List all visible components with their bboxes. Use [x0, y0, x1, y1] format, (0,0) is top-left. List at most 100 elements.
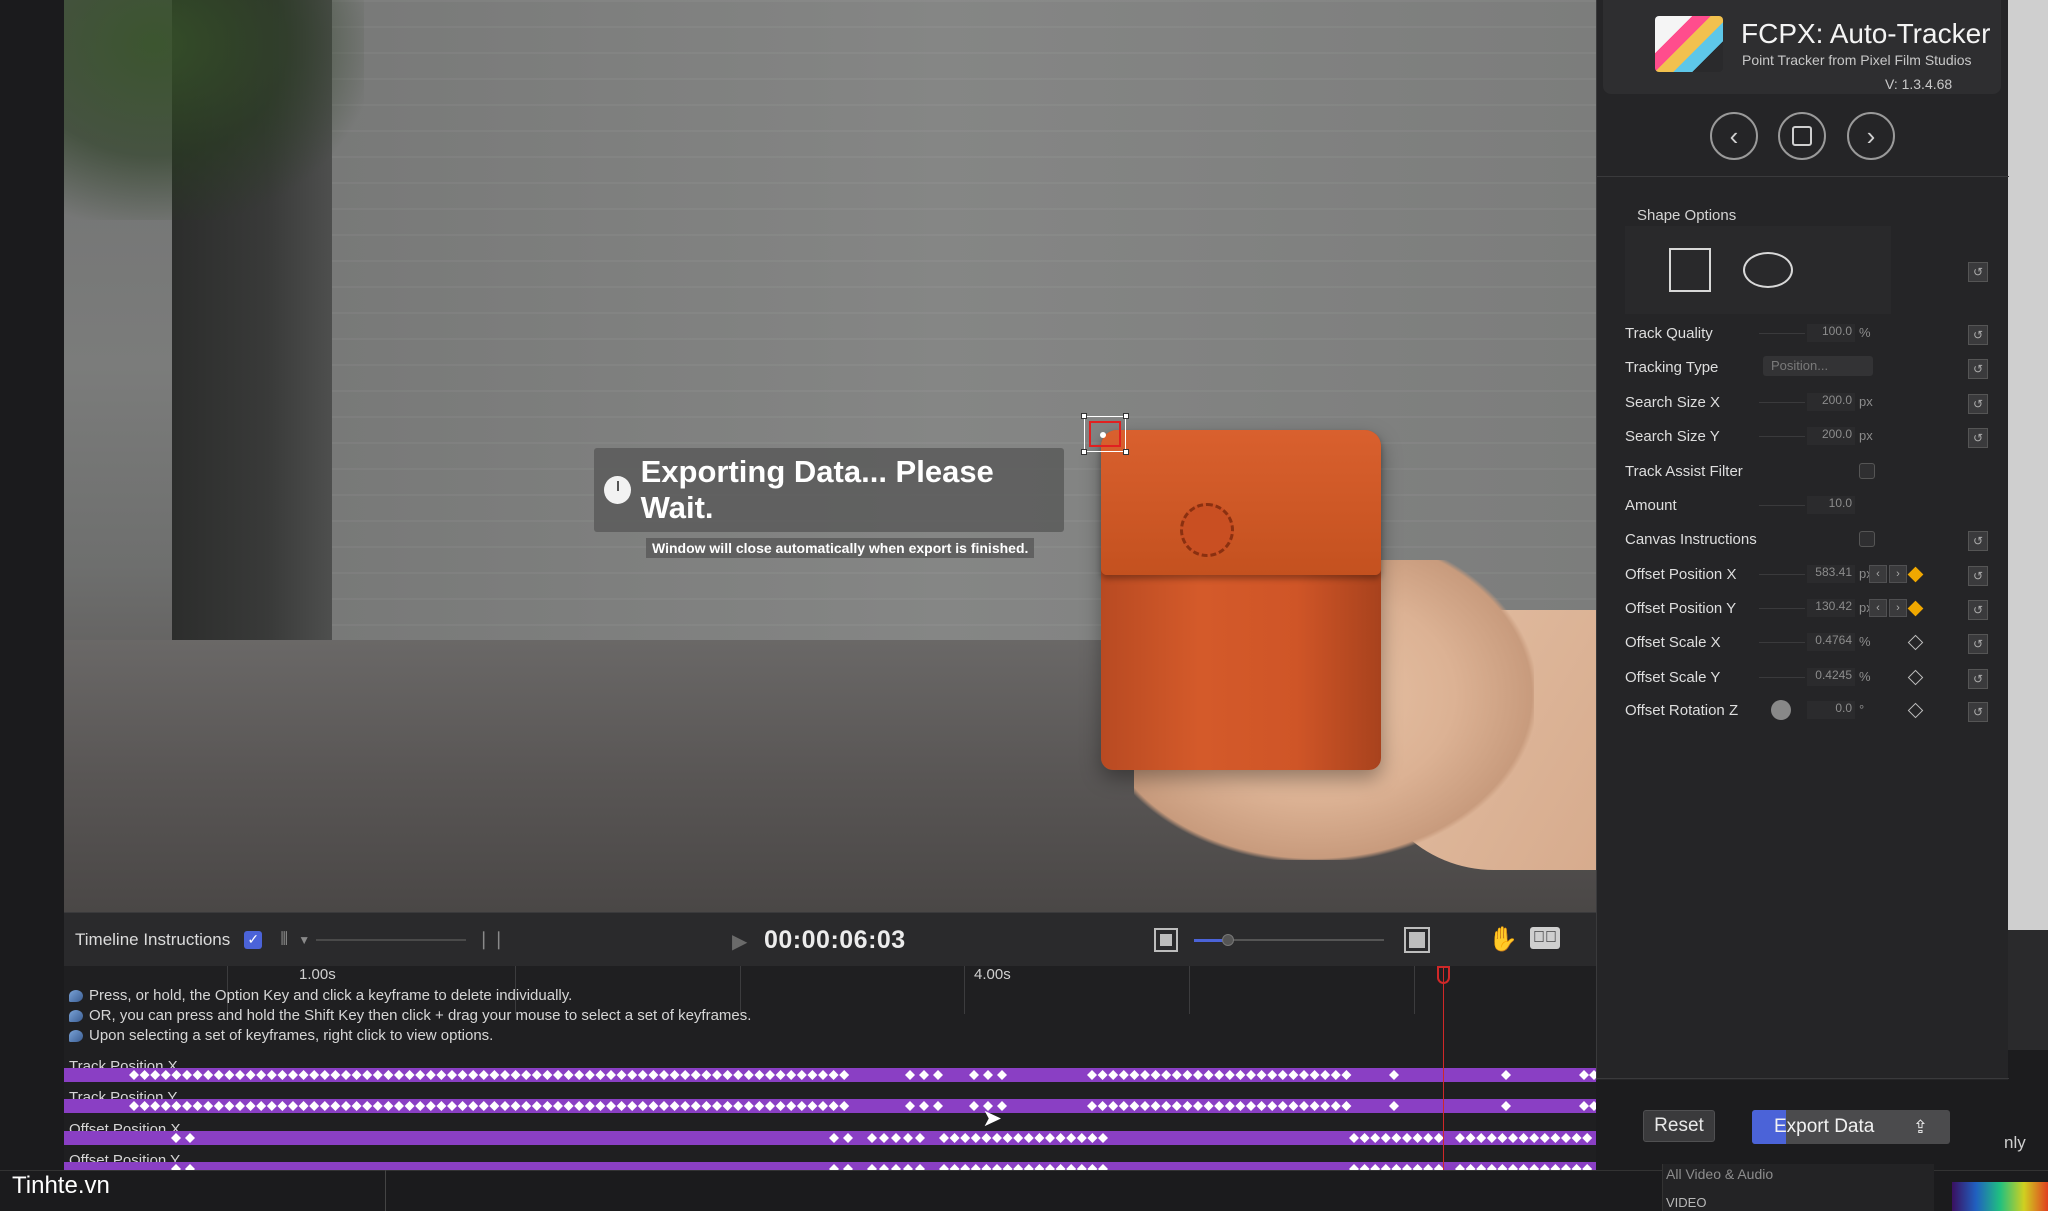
keyframe-marker[interactable] [1087, 1133, 1098, 1143]
keyframe-marker[interactable] [1550, 1164, 1561, 1170]
marker-icon[interactable]: ▼ [298, 933, 310, 947]
keyframe-marker[interactable] [839, 1070, 850, 1080]
track-assist-filter-checkbox[interactable] [1859, 463, 1875, 479]
keyframe-marker[interactable] [1288, 1101, 1299, 1111]
reset-search-size-y-button[interactable]: ↺ [1968, 428, 1988, 448]
keyframe-marker[interactable] [171, 1101, 182, 1111]
keyframe-marker[interactable] [351, 1070, 362, 1080]
keyframe-marker[interactable] [891, 1164, 901, 1170]
keyframe-marker[interactable] [1486, 1133, 1497, 1143]
reset-button[interactable]: Reset [1643, 1110, 1715, 1142]
keyframe-marker[interactable] [1370, 1164, 1381, 1170]
keyframe-marker[interactable] [775, 1070, 786, 1080]
keyframe-marker[interactable] [447, 1070, 457, 1080]
keyframe-marker[interactable] [404, 1101, 415, 1111]
keyframe-marker[interactable] [997, 1070, 1007, 1080]
keyframe-marker[interactable] [1140, 1070, 1150, 1080]
keyframe-marker[interactable] [659, 1070, 669, 1080]
keyframe-marker[interactable] [1246, 1101, 1256, 1111]
tracking-type-select[interactable]: Position... [1763, 356, 1873, 376]
keyframe-marker[interactable] [786, 1070, 797, 1080]
search-size-x-value[interactable]: 200.0 [1807, 393, 1855, 411]
keyframe-marker[interactable] [1389, 1070, 1399, 1080]
playhead[interactable] [1443, 966, 1444, 1170]
keyframe-marker[interactable] [1402, 1164, 1412, 1170]
keyframe-marker[interactable] [1579, 1101, 1589, 1111]
prev-keyframe-button[interactable]: ‹ [1869, 599, 1887, 617]
keyframe-marker[interactable] [905, 1101, 915, 1111]
keyframe-marker[interactable] [754, 1101, 765, 1111]
hand-tool-icon[interactable]: ✋ [1488, 925, 1518, 954]
keyframe-marker[interactable] [648, 1101, 659, 1111]
canvas-instructions-checkbox[interactable] [1859, 531, 1875, 547]
keyframe-marker[interactable] [1087, 1101, 1097, 1111]
offset-position-x-value[interactable]: 583.41 [1807, 565, 1855, 583]
keyframe-marker[interactable] [436, 1101, 447, 1111]
keyframe-marker[interactable] [1171, 1070, 1182, 1080]
keyframe-marker[interactable] [553, 1070, 563, 1080]
keyframe-marker[interactable] [478, 1070, 489, 1080]
keyframe-marker[interactable] [1402, 1133, 1412, 1143]
keyframe-marker[interactable] [330, 1101, 341, 1111]
keyframe-marker[interactable] [1066, 1133, 1077, 1143]
keyframe-marker[interactable] [1508, 1164, 1518, 1170]
keyframe-marker[interactable] [903, 1164, 913, 1170]
offset-position-x-slider[interactable] [1759, 574, 1805, 575]
keyframe-marker[interactable] [818, 1101, 828, 1111]
keyframe-marker[interactable] [160, 1070, 171, 1080]
keyframe-marker[interactable] [891, 1133, 901, 1143]
keyframe-marker[interactable] [1309, 1070, 1320, 1080]
keyframe-marker[interactable] [981, 1133, 992, 1143]
keyframe-marker[interactable] [949, 1164, 960, 1170]
keyframe-marker[interactable] [1256, 1101, 1267, 1111]
keyframe-marker[interactable] [394, 1070, 404, 1080]
offset-position-y-value[interactable]: 130.42 [1807, 599, 1855, 617]
zoom-in-icon[interactable] [1404, 927, 1430, 953]
keyframe-marker[interactable] [521, 1101, 532, 1111]
keyframe-marker[interactable] [1150, 1070, 1161, 1080]
keyframe-track-offset-x[interactable] [64, 1131, 1596, 1145]
amount-value[interactable]: 10.0 [1807, 496, 1855, 514]
keyframe-marker[interactable] [266, 1070, 277, 1080]
keyframe-marker[interactable] [372, 1070, 383, 1080]
keyframe-marker[interactable] [701, 1070, 712, 1080]
reset-offset-position-x-button[interactable]: ↺ [1968, 566, 1988, 586]
keyframe-marker[interactable] [213, 1101, 224, 1111]
keyframe-marker[interactable] [1034, 1164, 1045, 1170]
keyframe-marker[interactable] [1320, 1101, 1331, 1111]
keyframe-diamond-icon[interactable] [1907, 600, 1924, 617]
offset-scale-y-value[interactable]: 0.4245 [1807, 668, 1855, 686]
keyframe-marker[interactable] [245, 1101, 256, 1111]
keyframe-marker[interactable] [970, 1133, 981, 1143]
offset-position-y-slider[interactable] [1759, 608, 1805, 609]
keyframe-marker[interactable] [867, 1133, 877, 1143]
keyframe-marker[interactable] [1161, 1101, 1172, 1111]
prev-keyframe-button[interactable]: ‹ [1869, 565, 1887, 583]
keyframe-marker[interactable] [298, 1101, 309, 1111]
keyframe-marker[interactable] [680, 1101, 691, 1111]
keyframe-marker[interactable] [192, 1101, 203, 1111]
keyframe-marker[interactable] [1561, 1133, 1571, 1143]
keyframe-diamond-icon[interactable] [1907, 702, 1924, 719]
keyframe-marker[interactable] [1359, 1164, 1370, 1170]
keyframe-marker[interactable] [1002, 1133, 1013, 1143]
playhead-handle[interactable] [1437, 966, 1450, 984]
keyframe-marker[interactable] [1087, 1070, 1097, 1080]
keyframe-marker[interactable] [1550, 1133, 1561, 1143]
next-keyframe-button[interactable]: › [1889, 565, 1907, 583]
keyframe-marker[interactable] [185, 1164, 195, 1170]
keyframe-marker[interactable] [457, 1101, 468, 1111]
keyframe-marker[interactable] [1589, 1101, 1596, 1111]
tracker-handle[interactable] [1123, 413, 1129, 419]
keyframe-marker[interactable] [1359, 1133, 1370, 1143]
keyframe-marker[interactable] [637, 1101, 648, 1111]
keyframe-marker[interactable] [669, 1101, 680, 1111]
next-button[interactable]: › [1847, 112, 1895, 160]
keyframe-marker[interactable] [595, 1070, 606, 1080]
keyframe-marker[interactable] [1002, 1164, 1013, 1170]
keyframe-marker[interactable] [182, 1101, 192, 1111]
zoom-out-icon[interactable] [1154, 928, 1178, 952]
keyframe-marker[interactable] [1097, 1070, 1108, 1080]
keyframe-marker[interactable] [1108, 1070, 1119, 1080]
keyframe-marker[interactable] [1214, 1101, 1225, 1111]
